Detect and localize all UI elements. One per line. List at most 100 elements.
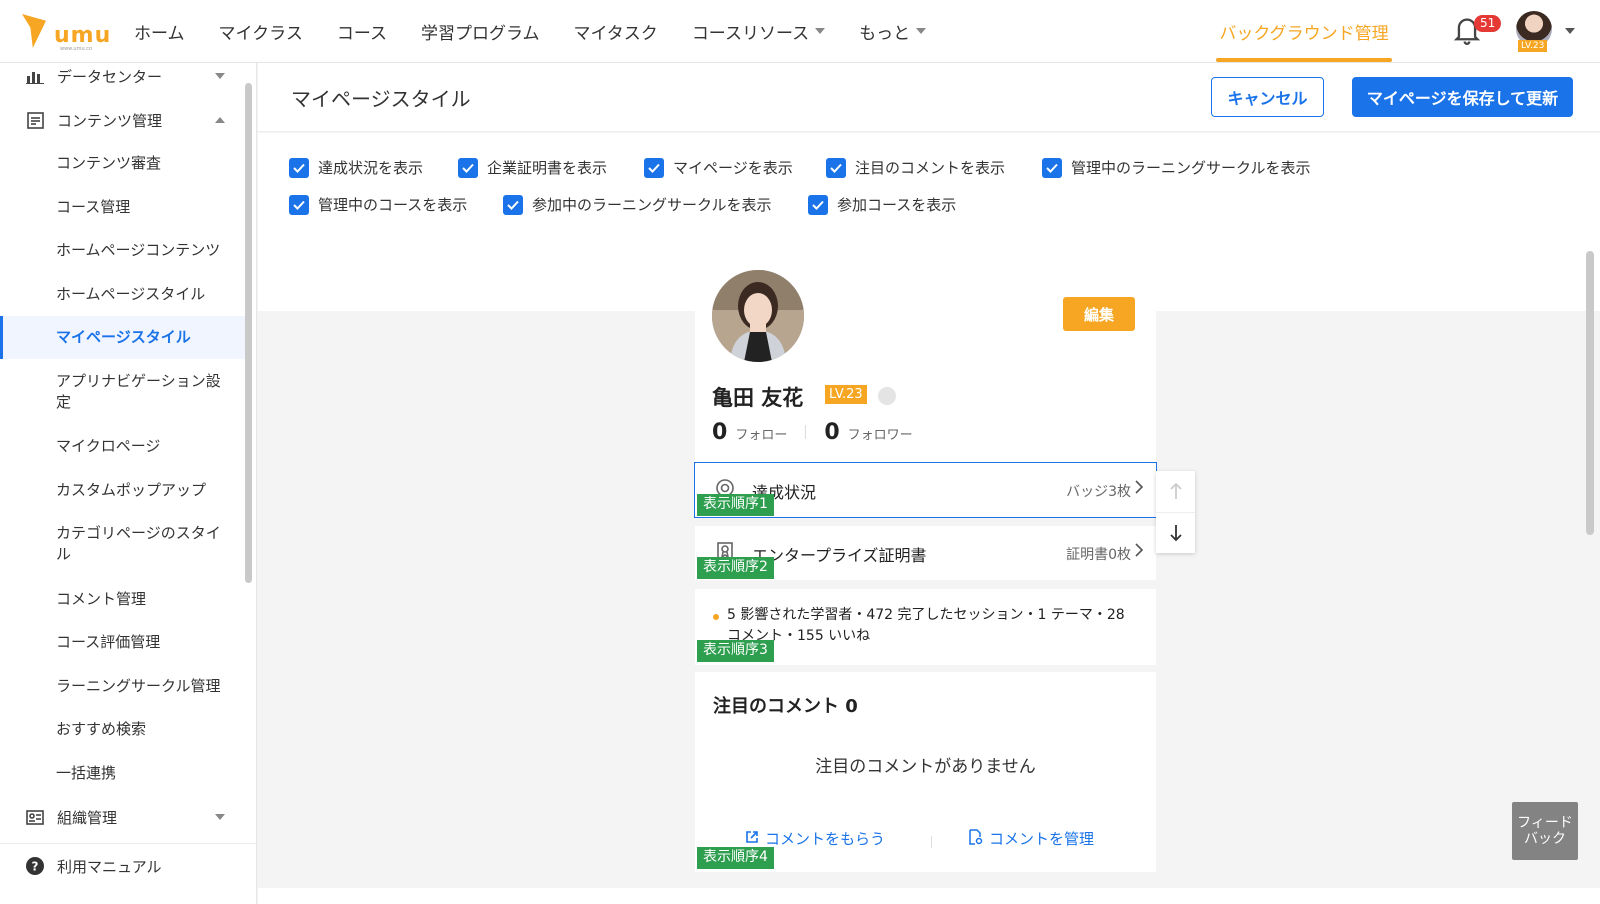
followers-label[interactable]: フォロワー	[848, 424, 913, 443]
logo-text: umu	[54, 23, 112, 48]
chevron-right-icon	[1134, 479, 1144, 499]
section-featured-comments[interactable]: 注目のコメント 0 注目のコメントがありません コメントをもらう コメントを管理…	[695, 672, 1156, 872]
sidebar-item-comment-management[interactable]: コメント管理	[0, 589, 245, 610]
sidebar-manual-label: 利用マニュアル	[57, 857, 162, 876]
chevron-down-icon	[916, 28, 927, 34]
following-count: 0	[712, 420, 728, 445]
arrow-down-icon[interactable]	[1156, 512, 1195, 552]
nav-my-task[interactable]: マイタスク	[573, 19, 657, 44]
checkbox-checked-icon[interactable]	[644, 157, 664, 178]
manage-comments-label: コメントを管理	[989, 830, 1095, 848]
sidebar-group-content-management[interactable]: コンテンツ管理	[0, 108, 245, 132]
comments-title: 注目のコメント 0	[713, 696, 858, 717]
profile-level-badge: LV.23	[825, 385, 867, 404]
divider	[805, 425, 807, 439]
checkbox-checked-icon[interactable]	[289, 194, 309, 215]
section-stats[interactable]: 5 影響された学習者・472 完了したセッション・1 テーマ・28 コメント・1…	[695, 589, 1156, 665]
edit-profile-button[interactable]: 編集	[1063, 297, 1135, 331]
followers-count: 0	[824, 420, 840, 445]
main-scrollbar[interactable]	[1586, 251, 1594, 535]
nav-course-resources[interactable]: コースリソース	[691, 19, 826, 44]
option-label: 参加中のラーニングサークルを表示	[532, 196, 772, 214]
nav-my-class[interactable]: マイクラス	[219, 19, 303, 44]
feedback-button[interactable]: フィードバック	[1512, 802, 1578, 860]
option-featured-comments[interactable]: 注目のコメントを表示	[826, 157, 1005, 178]
bullet-dot	[713, 614, 719, 620]
bar-chart-icon	[26, 67, 44, 85]
checkbox-checked-icon[interactable]	[826, 157, 846, 178]
nav-more[interactable]: もっと	[859, 19, 927, 44]
section-value: バッジ3枚	[1066, 484, 1131, 500]
option-label: 参加コースを表示	[837, 196, 957, 214]
sidebar-manual-link[interactable]: ? 利用マニュアル	[0, 854, 245, 878]
cancel-button[interactable]: キャンセル	[1211, 77, 1324, 117]
sidebar-group-data-center[interactable]: データセンター	[0, 63, 245, 89]
chevron-down-icon[interactable]	[1565, 28, 1575, 34]
get-comments-label: コメントをもらう	[765, 830, 886, 848]
chevron-up-icon	[215, 117, 225, 123]
sidebar-item-course-management[interactable]: コース管理	[0, 197, 245, 218]
checkbox-checked-icon[interactable]	[458, 157, 478, 178]
sidebar-item-category-page-style[interactable]: カテゴリページのスタイル	[0, 523, 245, 565]
display-order-tag: 表示順序1	[697, 494, 774, 516]
user-level-badge: LV.23	[1518, 40, 1548, 52]
sidebar-item-homepage-style[interactable]: ホームページスタイル	[0, 284, 245, 305]
option-certificate[interactable]: 企業証明書を表示	[458, 157, 607, 178]
section-label: エンタープライズ証明書	[752, 546, 927, 565]
bottom-strip	[258, 888, 1600, 904]
nav-more-label: もっと	[859, 23, 911, 44]
arrow-up-icon[interactable]	[1156, 471, 1195, 511]
option-managed-circles[interactable]: 管理中のラーニングサークルを表示	[1042, 157, 1311, 178]
profile-card: 編集 亀田 友花 LV.23 0 フォロー 0 フォロワー	[695, 244, 1156, 464]
nav-home[interactable]: ホーム	[134, 19, 185, 44]
option-managed-courses[interactable]: 管理中のコースを表示	[289, 194, 467, 215]
option-joined-courses[interactable]: 参加コースを表示	[808, 194, 956, 215]
checkbox-checked-icon[interactable]	[808, 194, 828, 215]
sidebar-item-recommended-search[interactable]: おすすめ検索	[0, 719, 245, 740]
sidebar-item-content-review[interactable]: コンテンツ審査	[0, 153, 245, 174]
option-mypage[interactable]: マイページを表示	[644, 157, 793, 178]
svg-text:?: ?	[32, 860, 39, 874]
sidebar-item-mypage-style[interactable]: マイページスタイル	[0, 316, 245, 359]
sidebar: データセンター コンテンツ管理 コンテンツ審査 コース管理 ホームページコンテン…	[0, 63, 257, 904]
profile-name: 亀田 友花	[712, 386, 804, 410]
manage-comments-link[interactable]: コメントを管理	[967, 828, 1094, 849]
following-label[interactable]: フォロー	[735, 424, 787, 443]
sidebar-item-custom-popup[interactable]: カスタムポップアップ	[0, 480, 245, 501]
nav-learning-program[interactable]: 学習プログラム	[421, 19, 540, 44]
sidebar-group-label: データセンター	[57, 67, 163, 86]
sidebar-item-homepage-content[interactable]: ホームページコンテンツ	[0, 240, 245, 261]
sidebar-item-app-navigation[interactable]: アプリナビゲーション設定	[0, 371, 245, 413]
follow-stats: 0 フォロー 0 フォロワー	[712, 420, 913, 445]
sidebar-item-micro-page[interactable]: マイクロページ	[0, 436, 245, 457]
sidebar-footer: ? 利用マニュアル	[0, 843, 256, 904]
notification-badge: 51	[1474, 15, 1502, 32]
save-and-update-button[interactable]: マイページを保存して更新	[1352, 77, 1573, 117]
page-title: マイページスタイル	[291, 87, 471, 111]
checkbox-checked-icon[interactable]	[1042, 157, 1062, 178]
checkbox-checked-icon[interactable]	[503, 194, 523, 215]
chevron-right-icon	[1134, 542, 1144, 562]
sidebar-item-learning-circle[interactable]: ラーニングサークル管理	[0, 676, 245, 697]
display-order-tag: 表示順序4	[697, 847, 774, 869]
nav-background-admin[interactable]: バックグラウンド管理	[1200, 0, 1408, 62]
sidebar-group-org-management[interactable]: 組織管理	[0, 805, 245, 829]
checkbox-checked-icon[interactable]	[289, 157, 309, 178]
sidebar-item-bulk-integration[interactable]: 一括連携	[0, 763, 245, 784]
section-achievement[interactable]: 達成状況 バッジ3枚 表示順序1	[694, 462, 1157, 518]
get-comments-link[interactable]: コメントをもらう	[745, 828, 885, 849]
option-joined-circles[interactable]: 参加中のラーニングサークルを表示	[503, 194, 772, 215]
id-card-icon	[26, 808, 44, 826]
umu-logo[interactable]: umu www.umu.co	[22, 12, 112, 52]
option-label: 管理中のラーニングサークルを表示	[1071, 159, 1311, 177]
sidebar-scrollbar[interactable]	[245, 83, 252, 583]
mypage-preview: 編集 亀田 友花 LV.23 0 フォロー 0 フォロワー 達成状況 バッジ3枚…	[694, 244, 1157, 904]
option-achievement[interactable]: 達成状況を表示	[289, 157, 423, 178]
help-icon: ?	[26, 857, 44, 875]
logo-mark-icon	[22, 12, 50, 50]
nav-course-resources-label: コースリソース	[691, 23, 810, 44]
nav-course[interactable]: コース	[337, 19, 387, 44]
sidebar-item-course-rating[interactable]: コース評価管理	[0, 632, 245, 653]
section-certificate[interactable]: エンタープライズ証明書 証明書0枚 表示順序2	[695, 526, 1156, 580]
document-list-icon	[26, 111, 44, 129]
